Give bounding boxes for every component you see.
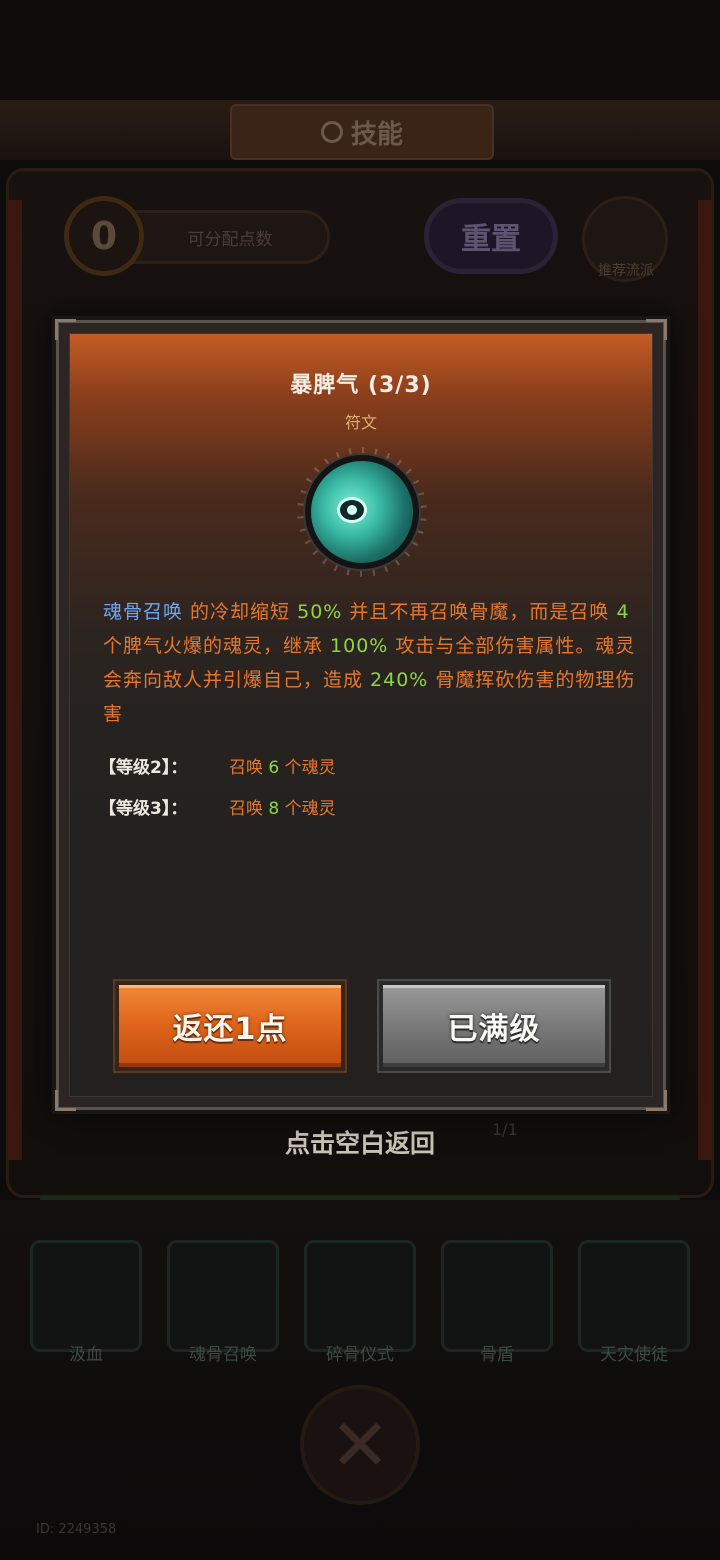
- level-effect-text: 个魂灵: [279, 758, 336, 778]
- frame-right-edge: [698, 200, 712, 1160]
- level-label: 【等级3】：: [99, 799, 188, 819]
- skill-slot-2[interactable]: [167, 1240, 279, 1352]
- skill-reference: 魂骨召唤: [103, 601, 184, 623]
- reset-button[interactable]: 重置: [424, 198, 558, 274]
- tap-to-return-hint[interactable]: 点击空白返回: [0, 1124, 720, 1160]
- desc-text: 个脾气火爆的魂灵，继承: [103, 635, 331, 657]
- level-effect-number: 6: [268, 758, 280, 778]
- close-x-icon[interactable]: ✕: [300, 1385, 420, 1505]
- corner-ornament: [55, 319, 76, 340]
- desc-value: 4: [616, 601, 630, 623]
- level-effect: 召唤 8 个魂灵: [229, 794, 336, 819]
- points-label: 可分配点数: [130, 210, 330, 264]
- desc-value: 100%: [330, 635, 389, 657]
- rune-icon-frame: [277, 447, 447, 577]
- refund-point-button[interactable]: 返还1点: [113, 979, 347, 1073]
- skill-label-5: 天灾使徒: [600, 1345, 668, 1365]
- frame-left-edge: [8, 200, 22, 1160]
- level-effect-text: 召唤: [229, 799, 269, 819]
- rune-title: 暴脾气 (3/3): [290, 373, 432, 398]
- skill-slot-4[interactable]: [441, 1240, 553, 1352]
- level-effect-number: 8: [268, 799, 280, 819]
- corner-ornament: [646, 319, 667, 340]
- level-effect-text: 召唤: [229, 758, 269, 778]
- level-label: 【等级2】：: [99, 758, 188, 778]
- rune-detail-dialog: 暴脾气 (3/3) 符文 魂骨召唤 的冷却缩短 50% 并且不再召唤骨魔，而是召…: [55, 319, 667, 1111]
- skill-slot-3[interactable]: [304, 1240, 416, 1352]
- skill-label-4: 骨盾: [480, 1345, 514, 1365]
- desc-text: 并且不再召唤骨魔，而是召唤: [342, 601, 617, 623]
- level-effect: 召唤 6 个魂灵: [229, 753, 336, 778]
- skill-label-3: 碎骨仪式: [326, 1345, 394, 1365]
- player-id: ID: 2249358: [36, 1522, 117, 1537]
- skill-gear-icon: [320, 121, 343, 143]
- skill-slot-1[interactable]: [30, 1240, 142, 1352]
- desc-value: 240%: [370, 669, 429, 691]
- corner-ornament: [646, 1090, 667, 1111]
- screen-title: 技能: [350, 119, 403, 150]
- soul-rune-icon: [305, 455, 419, 569]
- corner-ornament: [55, 1090, 76, 1111]
- desc-value: 50%: [297, 601, 343, 623]
- rune-description: 魂骨召唤 的冷却缩短 50% 并且不再召唤骨魔，而是召唤 4 个脾气火爆的魂灵，…: [103, 595, 643, 731]
- max-level-button[interactable]: 已满级: [377, 979, 611, 1073]
- desc-text: 的冷却缩短: [183, 601, 298, 623]
- skill-label-1: 汲血: [69, 1345, 103, 1365]
- rune-type-label: 符文: [344, 413, 377, 432]
- points-counter: 0: [64, 196, 144, 276]
- screen-title-plate: 技能: [230, 104, 494, 160]
- recommend-build-label: 推荐流派: [598, 263, 654, 279]
- skill-label-2: 魂骨召唤: [189, 1345, 257, 1365]
- level-effect-text: 个魂灵: [279, 799, 336, 819]
- eye-icon: [337, 497, 367, 523]
- skill-slot-5[interactable]: [578, 1240, 690, 1352]
